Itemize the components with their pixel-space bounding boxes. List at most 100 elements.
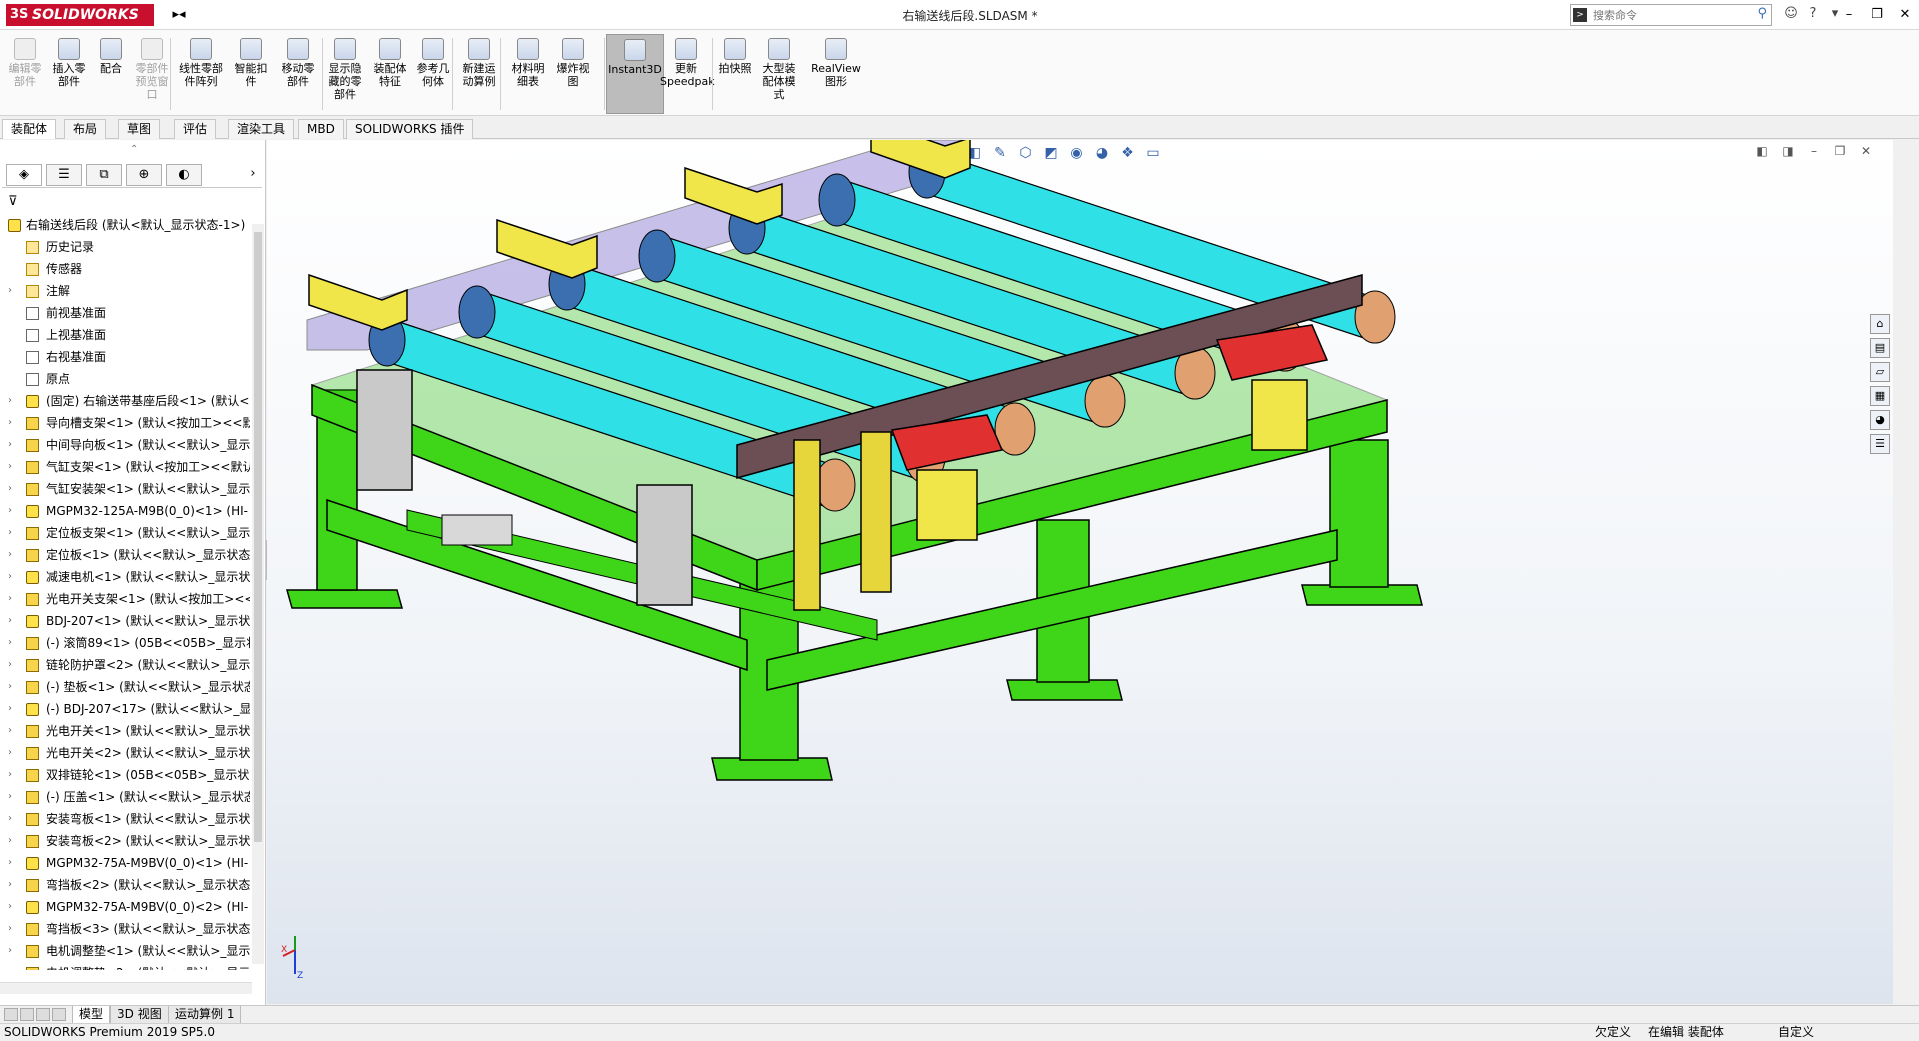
ribbon-button-6[interactable]: 移动零 部件 xyxy=(276,34,320,114)
tree-scrollbar-thumb[interactable] xyxy=(254,232,262,842)
panel-grip-icon[interactable]: ⌃ xyxy=(130,144,138,155)
ribbon-button-11[interactable]: 材料明 细表 xyxy=(506,34,550,114)
expand-icon[interactable]: › xyxy=(8,610,18,632)
tree-item[interactable]: › 电机调整垫<2> (默认<<默认>_显示 xyxy=(0,962,250,970)
custom-properties-icon[interactable]: ☰ xyxy=(1870,434,1890,454)
tree-item[interactable]: › BDJ-207<1> (默认<<默认>_显示状 xyxy=(0,610,250,632)
tree-item[interactable]: › MGPM32-75A-M9BV(0_0)<2> (HI- xyxy=(0,896,250,918)
tree-item[interactable]: › MGPM32-125A-M9B(0_0)<1> (HI- xyxy=(0,500,250,522)
ribbon-button-4[interactable]: 线性零部 件阵列 xyxy=(176,34,226,114)
ribbon-button-10[interactable]: 新建运 动算例 xyxy=(458,34,500,114)
command-tab-3[interactable]: 评估 xyxy=(174,119,217,139)
tree-item[interactable]: › (固定) 右输送带基座后段<1> (默认< xyxy=(0,390,250,412)
expand-icon[interactable]: › xyxy=(8,434,18,456)
command-tab-6[interactable]: SOLIDWORKS 插件 xyxy=(346,119,474,139)
tree-item[interactable]: › 弯挡板<3> (默认<<默认>_显示状态 xyxy=(0,918,250,940)
last-tab-icon[interactable] xyxy=(52,1008,66,1021)
home-icon[interactable]: ⌂ xyxy=(1870,314,1890,334)
tree-item[interactable]: › (-) 压盖<1> (默认<<默认>_显示状态 xyxy=(0,786,250,808)
expand-icon[interactable]: › xyxy=(8,544,18,566)
expand-icon[interactable]: › xyxy=(8,478,18,500)
ribbon-button-9[interactable]: 参考几 何体 xyxy=(412,34,454,114)
tree-item[interactable]: › 弯挡板<2> (默认<<默认>_显示状态 xyxy=(0,874,250,896)
tree-root[interactable]: 右输送线后段 (默认<默认_显示状态-1>) xyxy=(0,214,250,236)
dimxpert-tab-icon[interactable]: ⊕ xyxy=(126,164,162,186)
expand-icon[interactable]: › xyxy=(8,500,18,522)
first-tab-icon[interactable] xyxy=(4,1008,18,1021)
tree-item[interactable]: › MGPM32-75A-M9BV(0_0)<1> (HI- xyxy=(0,852,250,874)
ribbon-button-13[interactable]: Instant3D xyxy=(606,34,664,114)
expand-icon[interactable]: › xyxy=(8,390,18,412)
graphics-area[interactable]: ⤡ ⌕ ↶ ◧ ✎ ⬡ ◩ ◉ ◕ ❖ ▭ ◧◨–❐✕ xyxy=(267,140,1893,1004)
ribbon-button-5[interactable]: 智能扣 件 xyxy=(230,34,272,114)
ribbon-button-3[interactable]: 零部件 预览窗 口 xyxy=(132,34,172,114)
bottom-tab-0[interactable]: 模型 xyxy=(72,1006,111,1024)
status-custom[interactable]: 自定义 xyxy=(1778,1024,1814,1041)
prev-tab-icon[interactable] xyxy=(20,1008,34,1021)
tree-item[interactable]: › (-) 滚筒89<1> (05B<<05B>_显示状 xyxy=(0,632,250,654)
command-tab-0[interactable]: 装配体 xyxy=(2,119,57,139)
expand-icon[interactable]: › xyxy=(8,588,18,610)
tree-item[interactable]: 上视基准面 xyxy=(0,324,250,346)
next-tab-icon[interactable] xyxy=(36,1008,50,1021)
tree-item[interactable]: › 注解 xyxy=(0,280,250,302)
tree-item[interactable]: › 链轮防护罩<2> (默认<<默认>_显示 xyxy=(0,654,250,676)
design-library-icon[interactable]: ▤ xyxy=(1870,338,1890,358)
ribbon-button-16[interactable]: 大型装 配体模 式 xyxy=(756,34,802,114)
user-icon[interactable]: ☺ xyxy=(1780,6,1802,21)
file-explorer-icon[interactable]: ▱ xyxy=(1870,362,1890,382)
tree-item[interactable]: › 安装弯板<2> (默认<<默认>_显示状 xyxy=(0,830,250,852)
expand-icon[interactable]: › xyxy=(8,918,18,940)
tree-item[interactable]: 右视基准面 xyxy=(0,346,250,368)
restore-icon[interactable]: ❐ xyxy=(1863,0,1891,30)
tree-item[interactable]: 原点 xyxy=(0,368,250,390)
expand-icon[interactable]: › xyxy=(8,830,18,852)
expand-icon[interactable]: › xyxy=(8,654,18,676)
search-input[interactable] xyxy=(1593,7,1743,23)
tree-item[interactable]: › 安装弯板<1> (默认<<默认>_显示状 xyxy=(0,808,250,830)
expand-icon[interactable]: › xyxy=(8,962,18,970)
tree-item[interactable]: 传感器 xyxy=(0,258,250,280)
search-icon[interactable]: ⚲ xyxy=(1757,6,1767,21)
expand-icon[interactable]: › xyxy=(8,720,18,742)
tree-item[interactable]: 前视基准面 xyxy=(0,302,250,324)
expand-icon[interactable]: › xyxy=(8,566,18,588)
tree-item[interactable]: › 减速电机<1> (默认<<默认>_显示状 xyxy=(0,566,250,588)
ribbon-button-14[interactable]: 更新 Speedpak xyxy=(660,34,715,114)
command-tab-2[interactable]: 草图 xyxy=(118,119,161,139)
search-box[interactable]: > ⚲ xyxy=(1570,4,1772,26)
expand-icon[interactable]: › xyxy=(8,874,18,896)
tree-scrollbar[interactable] xyxy=(252,224,264,964)
command-tab-1[interactable]: 布局 xyxy=(64,119,107,139)
tree-item[interactable]: › 气缸安装架<1> (默认<<默认>_显示 xyxy=(0,478,250,500)
expand-icon[interactable]: › xyxy=(8,764,18,786)
help-icon[interactable]: ? xyxy=(1802,6,1824,21)
tree-item[interactable]: › 气缸支架<1> (默认<按加工><<默认 xyxy=(0,456,250,478)
tree-item[interactable]: › (-) 垫板<1> (默认<<默认>_显示状态 xyxy=(0,676,250,698)
expand-icon[interactable]: › xyxy=(8,412,18,434)
display-manager-tab-icon[interactable]: ◐ xyxy=(166,164,202,186)
expand-icon[interactable]: › xyxy=(8,280,18,302)
configuration-manager-tab-icon[interactable]: ⧉ xyxy=(86,164,122,186)
command-tab-5[interactable]: MBD xyxy=(298,119,344,139)
view-palette-icon[interactable]: ▦ xyxy=(1870,386,1890,406)
pin-icon[interactable]: ▸◂ xyxy=(164,6,194,24)
ribbon-button-7[interactable]: 显示隐 藏的零 部件 xyxy=(324,34,366,114)
tree-item[interactable]: 历史记录 xyxy=(0,236,250,258)
tree-item[interactable]: › 光电开关<2> (默认<<默认>_显示状 xyxy=(0,742,250,764)
tree-item[interactable]: › 定位板<1> (默认<<默认>_显示状态 xyxy=(0,544,250,566)
expand-icon[interactable]: › xyxy=(8,940,18,962)
tree-item[interactable]: › 光电开关<1> (默认<<默认>_显示状 xyxy=(0,720,250,742)
expand-icon[interactable]: › xyxy=(8,676,18,698)
expand-icon[interactable]: › xyxy=(8,786,18,808)
expand-icon[interactable]: › xyxy=(8,808,18,830)
tree-item[interactable]: › 光电开关支架<1> (默认<按加工><< xyxy=(0,588,250,610)
expand-icon[interactable]: › xyxy=(8,522,18,544)
expand-icon[interactable]: › xyxy=(8,742,18,764)
bottom-tab-1[interactable]: 3D 视图 xyxy=(110,1006,169,1024)
filter-icon[interactable]: ⊽ xyxy=(8,194,18,209)
ribbon-button-12[interactable]: 爆炸视 图 xyxy=(552,34,594,114)
close-icon[interactable]: ✕ xyxy=(1891,0,1919,30)
expand-icon[interactable]: › xyxy=(8,632,18,654)
minimize-icon[interactable]: – xyxy=(1835,0,1863,30)
